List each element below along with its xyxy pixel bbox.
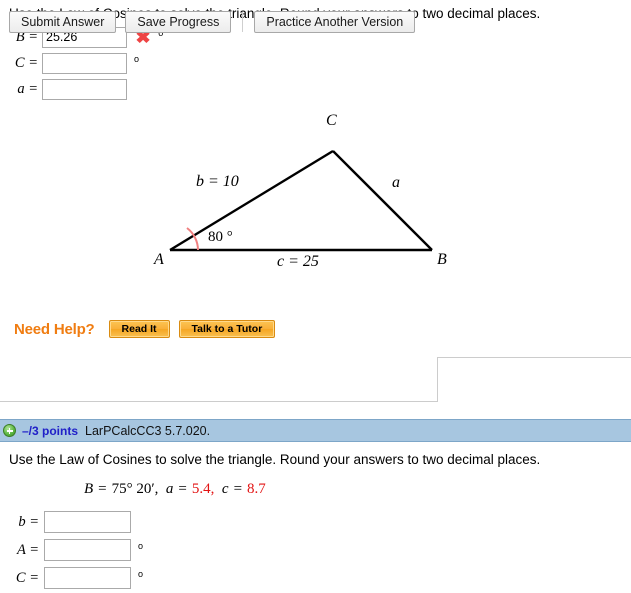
given-equals-1: =: [98, 481, 107, 497]
answer-row-C2: C = o: [12, 564, 143, 592]
degree-symbol-C: o: [134, 54, 140, 64]
read-it-button[interactable]: Read It: [108, 320, 170, 338]
triangle-diagram: C A B b = 10 a c = 25 80 °: [130, 112, 490, 277]
given-label-a: a: [165, 481, 174, 497]
given-value-c: 8.7: [247, 481, 266, 497]
degree-symbol-A2: o: [138, 541, 144, 551]
problem-reference: LarPCalcCC3 5.7.020.: [85, 423, 211, 438]
given-label-B: B: [84, 481, 94, 497]
vertex-label-B: B: [437, 251, 447, 268]
side-label-a: a: [392, 174, 400, 191]
need-help-bar: Need Help? Read It Talk to a Tutor: [14, 320, 284, 338]
degree-symbol-C2: o: [138, 569, 144, 579]
problem-2-answer-group: b = A = o C = o: [12, 508, 143, 592]
submit-answer-button[interactable]: Submit Answer: [9, 11, 117, 33]
problem-2-given-values: B = 75° 20′, a = 5.4, c = 8.7: [84, 481, 266, 498]
problem-2-banner: –/3 points LarPCalcCC3 5.7.020.: [0, 419, 631, 442]
answer-label-C2: C =: [15, 569, 39, 586]
answer-input-b2[interactable]: [44, 511, 131, 533]
action-panel: [0, 357, 438, 402]
side-label-c: c = 25: [277, 253, 319, 270]
side-a-line: [332, 150, 433, 251]
answer-label-b2: b =: [18, 513, 39, 530]
vertex-label-C: C: [326, 112, 337, 129]
answer-row-C: C = o: [12, 50, 163, 76]
given-value-a: 5.4,: [191, 481, 215, 497]
plus-circle-icon[interactable]: [3, 424, 16, 437]
given-label-c: c: [221, 481, 229, 497]
action-panel-side: [437, 357, 631, 401]
answer-label-A2: A =: [16, 541, 39, 558]
button-divider: [242, 12, 244, 32]
answer-input-C2[interactable]: [44, 567, 131, 589]
talk-to-a-tutor-button[interactable]: Talk to a Tutor: [178, 320, 276, 338]
problem-1-answer-group: B = ✖ o C = o a =: [12, 24, 163, 102]
points-value: –/3 points: [22, 423, 79, 438]
answer-row-A2: A = o: [12, 536, 143, 564]
action-button-group: Submit Answer Save Progress Practice Ano…: [9, 11, 416, 33]
answer-input-a[interactable]: [42, 78, 127, 100]
answer-row-a: a =: [12, 76, 163, 102]
problem-2-prompt: Use the Law of Cosines to solve the tria…: [9, 452, 541, 467]
answer-row-b2: b =: [12, 508, 143, 536]
answer-label-C: C =: [14, 54, 38, 71]
side-label-b: b = 10: [196, 173, 239, 190]
given-value-B: 75° 20′,: [111, 481, 159, 497]
save-progress-button[interactable]: Save Progress: [125, 11, 232, 33]
answer-input-A2[interactable]: [44, 539, 131, 561]
given-equals-3: =: [233, 481, 243, 497]
need-help-label: Need Help?: [14, 320, 95, 338]
angle-label-A: 80 °: [208, 229, 233, 245]
answer-label-a: a =: [17, 80, 38, 97]
practice-another-version-button[interactable]: Practice Another Version: [254, 11, 416, 33]
vertex-label-A: A: [154, 251, 164, 268]
given-equals-2: =: [178, 481, 187, 497]
answer-input-C[interactable]: [42, 52, 127, 74]
